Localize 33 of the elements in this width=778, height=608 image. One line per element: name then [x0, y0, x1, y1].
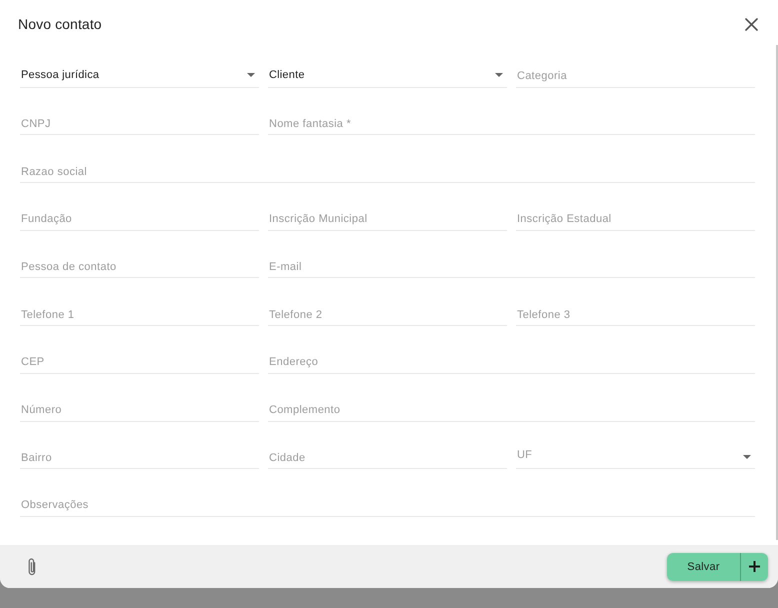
dropdown[interactable]: Cliente — [268, 60, 507, 88]
input-field[interactable]: Telefone 2 — [268, 299, 507, 326]
input-field[interactable]: Pessoa de contato — [20, 251, 259, 278]
input-field[interactable]: Inscrição Municipal — [268, 204, 507, 231]
input-field[interactable]: Telefone 1 — [20, 299, 259, 326]
close-icon — [745, 18, 758, 30]
caret-icon — [495, 73, 503, 78]
input-field[interactable]: Inscrição Estadual — [516, 204, 755, 231]
caret-icon — [247, 73, 255, 78]
save-button[interactable]: Salvar — [667, 552, 740, 580]
scrollbar[interactable] — [776, 45, 778, 540]
close-button[interactable] — [745, 18, 758, 30]
add-button[interactable] — [740, 552, 768, 580]
input-field[interactable]: CEP — [20, 346, 259, 374]
input-field[interactable]: Cidade — [268, 442, 507, 470]
input-field[interactable]: Complemento — [268, 394, 755, 422]
input-field[interactable]: Observações — [20, 490, 755, 517]
input-field[interactable]: Número — [20, 394, 259, 422]
input-field[interactable]: Bairro — [20, 442, 259, 470]
caret-icon — [743, 454, 751, 459]
dialog-title: Novo contato — [18, 16, 103, 32]
input-field[interactable]: Fundação — [20, 204, 259, 231]
input-field[interactable]: Categoria — [516, 60, 755, 88]
input-field[interactable]: Endereço — [268, 346, 755, 374]
input-field[interactable]: CNPJ — [20, 108, 259, 136]
dropdown[interactable]: Pessoa jurídica — [20, 60, 259, 88]
input-field[interactable]: Razao social — [20, 156, 755, 184]
input-field[interactable]: E-mail — [268, 251, 755, 278]
input-field[interactable]: Nome fantasia * — [268, 108, 755, 136]
paperclip-icon — [26, 558, 38, 576]
attach-button[interactable] — [26, 558, 38, 576]
plus-icon — [749, 561, 760, 572]
input-field[interactable]: Telefone 3 — [516, 299, 755, 326]
